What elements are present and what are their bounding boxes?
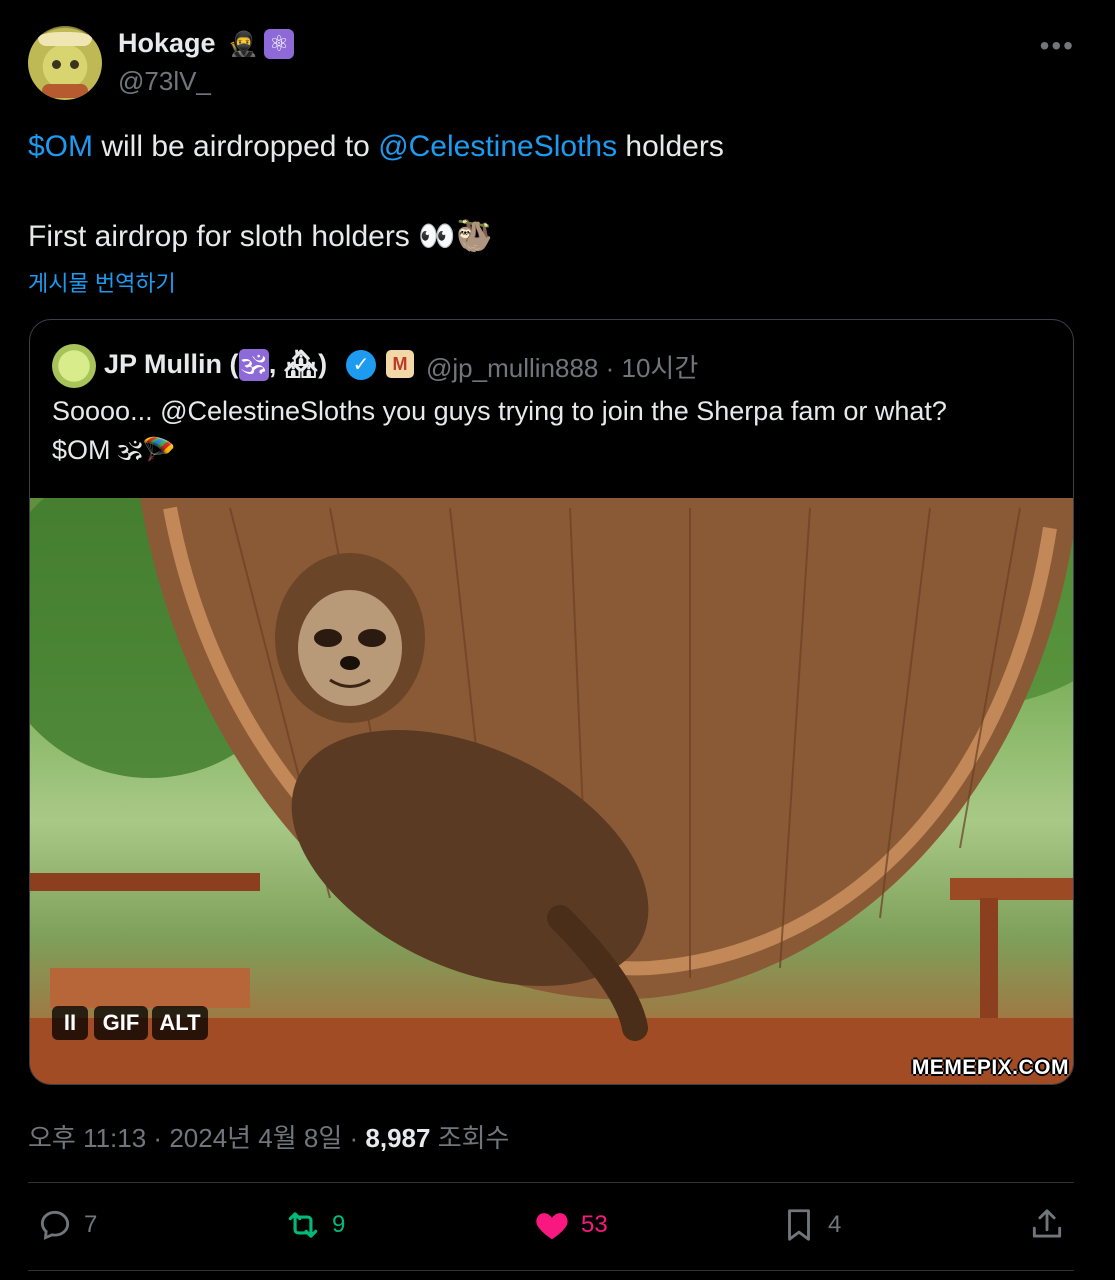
author-avatar[interactable]: [28, 26, 102, 100]
like-button[interactable]: 53: [533, 1206, 608, 1244]
author-handle[interactable]: @73lV_: [118, 66, 211, 97]
quoted-author-handle[interactable]: @jp_mullin888 · 10시간: [426, 348, 698, 385]
tweet-time[interactable]: 오후 11:13: [28, 1123, 146, 1153]
tweet-meta: 오후 11:13 · 2024년 4월 8일 · 8,987 조회수: [28, 1123, 510, 1153]
gif-badge: GIF: [94, 1006, 148, 1040]
om-emoji-icon: 🕉: [238, 349, 269, 381]
quoted-time: · 10시간: [605, 353, 699, 383]
share-icon: [1032, 1209, 1062, 1238]
sloth-gif-media[interactable]: II GIF ALT MEMEPIX.COM: [30, 498, 1073, 1084]
translate-post-link[interactable]: 게시물 번역하기: [28, 266, 176, 298]
like-count: 53: [581, 1211, 608, 1238]
tweet-text-line2: First airdrop for sloth holders 👀🦥: [28, 219, 493, 254]
watermark: MEMEPIX.COM: [911, 1056, 1069, 1079]
house-emoji-icon: 🏘: [283, 349, 319, 379]
mention-celestinesloths[interactable]: @CelestineSloths: [378, 130, 617, 163]
om-parachute-emoji-icon: 🕉🪂: [118, 435, 176, 465]
tweet-text: First airdrop for sloth holders: [28, 220, 410, 253]
retweet-icon: [288, 1212, 318, 1238]
view-count-label: 조회수: [437, 1123, 510, 1153]
mantra-badge-icon: M: [386, 350, 414, 378]
tweet-text-line1: $OM will be airdropped to @CelestineSlot…: [28, 130, 724, 164]
atom-emoji-icon: ⚛: [264, 29, 294, 59]
reply-icon: [40, 1210, 70, 1240]
tweet-text: will be airdropped to: [93, 130, 379, 163]
retweet-button[interactable]: 9: [284, 1206, 345, 1244]
cashtag-om[interactable]: $OM: [28, 130, 93, 163]
quoted-author-avatar[interactable]: [52, 344, 96, 388]
tweet-text: holders: [617, 130, 724, 163]
sloth-hammock-illustration: [30, 498, 1073, 1084]
quoted-text-line2: $OM 🕉🪂: [52, 435, 176, 465]
reply-count: 7: [84, 1211, 98, 1238]
ninja-emoji-icon: 🥷: [228, 31, 258, 58]
pause-button[interactable]: II: [52, 1006, 88, 1040]
verified-badge-icon: ✓: [346, 350, 376, 380]
quoted-author-name[interactable]: JP Mullin (🕉, 🏘): [104, 348, 327, 381]
eyes-sloth-emoji-icon: 👀🦥: [418, 220, 493, 253]
divider: [28, 1182, 1074, 1183]
more-options-icon[interactable]: •••: [1040, 30, 1075, 62]
heart-icon: [536, 1213, 568, 1240]
bookmark-icon: [788, 1209, 810, 1241]
divider: [28, 1270, 1074, 1271]
reply-button[interactable]: 7: [36, 1206, 97, 1244]
alt-text-button[interactable]: ALT: [152, 1006, 208, 1040]
quoted-tweet-card[interactable]: JP Mullin (🕉, 🏘) ✓ M @jp_mullin888 · 10시…: [29, 319, 1074, 1085]
bookmark-count: 4: [828, 1211, 842, 1238]
quoted-text-line1: Soooo... @CelestineSloths you guys tryin…: [52, 396, 947, 426]
author-name[interactable]: Hokage: [118, 28, 216, 59]
retweet-count: 9: [332, 1211, 346, 1238]
share-button[interactable]: [1028, 1206, 1066, 1244]
tweet-date[interactable]: 2024년 4월 8일: [169, 1123, 342, 1153]
bookmark-button[interactable]: 4: [780, 1206, 841, 1244]
view-count: 8,987: [365, 1123, 431, 1153]
